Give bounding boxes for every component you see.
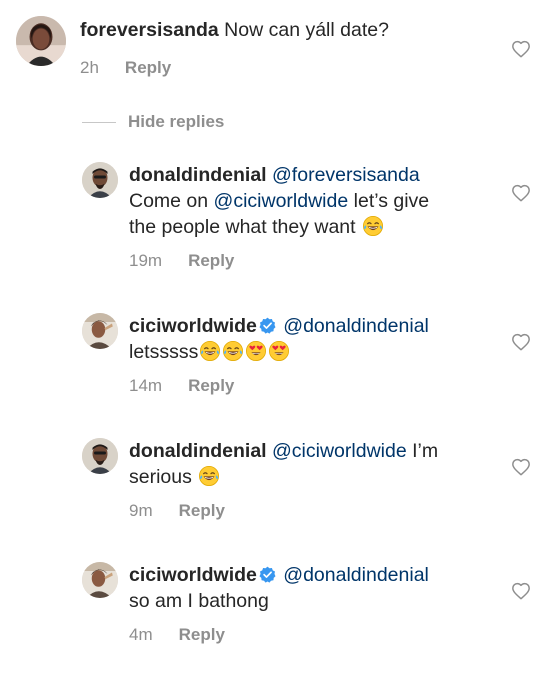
comment-timestamp: 9m [129,501,153,520]
comment-timestamp: 4m [129,625,153,644]
tears-of-joy-emoji-icon [198,465,220,487]
heart-icon[interactable] [511,582,531,600]
avatar[interactable] [82,562,118,598]
heart-icon[interactable] [511,333,531,351]
comment-text: Come on [129,190,214,212]
comment-meta: 9m Reply [129,501,225,521]
reply-button[interactable]: Reply [179,501,225,520]
avatar-image [82,562,118,598]
tears-of-joy-emoji-icon [362,215,384,237]
verified-badge-icon [259,317,276,334]
heart-icon[interactable] [511,40,531,58]
tears-of-joy-emoji-icon [222,340,244,362]
divider-line [82,122,116,123]
comment-body: foreversisanda Now can yáll date? [80,17,500,43]
avatar-image [82,438,118,474]
comment-meta: 2h Reply [80,58,171,78]
avatar-image [16,16,66,66]
reply-button[interactable]: Reply [179,625,225,644]
comment-text: serious [129,466,198,488]
comment-text: letsssss [129,341,199,363]
verified-badge-icon [259,566,276,583]
hide-replies-label[interactable]: Hide replies [128,111,224,133]
comment-body: donaldindenial @ciciworldwide I’m seriou… [129,438,499,490]
comment-text: let’s give [348,190,430,212]
comment-meta: 4m Reply [129,625,225,645]
heart-icon[interactable] [511,184,531,202]
comment-body: ciciworldwide @donaldindenial so am I ba… [129,562,499,614]
comment-text: so am I bathong [129,590,269,612]
comment-mention[interactable]: @donaldindenial [283,315,429,337]
comment-mention[interactable]: @ciciworldwide [272,440,407,462]
avatar-image [82,313,118,349]
avatar[interactable] [82,162,118,198]
comment-username[interactable]: donaldindenial [129,164,267,186]
heart-eyes-emoji-icon [268,340,290,362]
comment-username[interactable]: ciciworldwide [129,315,257,337]
tears-of-joy-emoji-icon [199,340,221,362]
heart-eyes-emoji-icon [245,340,267,362]
comment-text: the people what they want [129,216,361,238]
comment-timestamp: 2h [80,58,99,77]
comment-text: Now can yáll date? [224,19,389,41]
comment-body: ciciworldwide @donaldindenial letsssss [129,313,499,365]
heart-icon[interactable] [511,458,531,476]
comment-meta: 14m Reply [129,376,234,396]
comment-username[interactable]: foreversisanda [80,19,219,41]
comment-timestamp: 14m [129,376,163,395]
reply-button[interactable]: Reply [188,251,234,270]
avatar[interactable] [16,16,66,66]
comment-body: donaldindenial @foreversisanda Come on @… [129,162,499,240]
comment-username[interactable]: ciciworldwide [129,564,257,586]
comment-mention[interactable]: @ciciworldwide [214,190,349,212]
comment-mention[interactable]: @foreversisanda [272,164,420,186]
reply-button[interactable]: Reply [125,58,171,77]
comment-mention[interactable]: @donaldindenial [283,564,429,586]
avatar[interactable] [82,313,118,349]
avatar[interactable] [82,438,118,474]
comment-timestamp: 19m [129,251,163,270]
reply-button[interactable]: Reply [188,376,234,395]
avatar-image [82,162,118,198]
comment-text: I’m [406,440,439,462]
comment-meta: 19m Reply [129,251,234,271]
comment-username[interactable]: donaldindenial [129,440,267,462]
